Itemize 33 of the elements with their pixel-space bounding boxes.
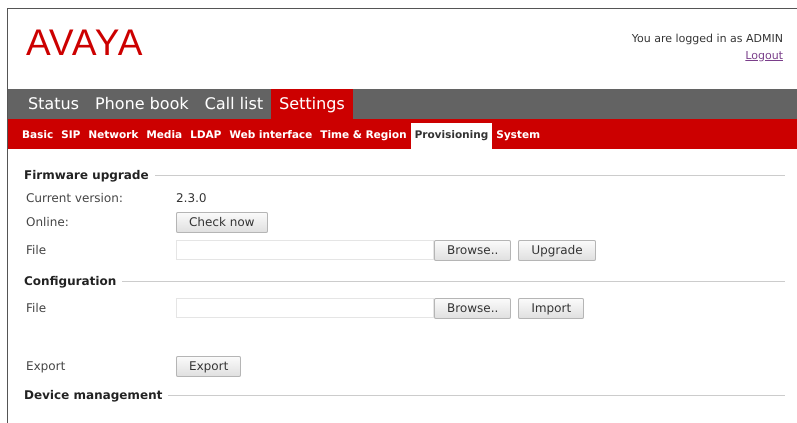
field-label: File: [26, 300, 48, 317]
main-tab[interactable]: Settings: [271, 89, 353, 119]
sub-tab[interactable]: Time & Region: [316, 123, 411, 149]
form-button[interactable]: Upgrade: [518, 240, 596, 260]
file-path-field[interactable]: [176, 240, 434, 260]
form-button[interactable]: Browse..: [434, 240, 512, 260]
section-title: Device management: [24, 387, 162, 404]
logout-link[interactable]: Logout: [745, 48, 783, 64]
field-label: Online:: [26, 214, 70, 231]
sub-tab[interactable]: Web interface: [225, 123, 316, 149]
sub-tab[interactable]: System: [492, 123, 544, 149]
login-status: You are logged in as ADMIN: [632, 31, 783, 47]
file-path-field[interactable]: [176, 298, 434, 318]
form-button[interactable]: Browse..: [434, 298, 512, 318]
version-value: 2.3.0: [176, 190, 207, 207]
sub-tab[interactable]: SIP: [57, 123, 84, 149]
section-title: Firmware upgrade: [24, 167, 149, 184]
field-label: Export: [26, 358, 66, 375]
form-button[interactable]: Import: [518, 298, 584, 318]
form-button[interactable]: Check now: [176, 212, 268, 232]
sub-tab[interactable]: LDAP: [186, 123, 226, 149]
logo: AVAYA: [26, 21, 144, 65]
field-label: Current version:: [26, 190, 124, 207]
sub-tab[interactable]: Network: [84, 123, 142, 149]
sub-tab[interactable]: Provisioning: [410, 123, 492, 149]
field-label: File: [26, 242, 48, 259]
main-tab[interactable]: Call list: [196, 89, 272, 119]
sub-tab[interactable]: Basic: [18, 123, 58, 149]
sub-tab[interactable]: Media: [142, 123, 186, 149]
section-title: Configuration: [24, 273, 116, 290]
form-button[interactable]: Export: [176, 356, 242, 376]
main-tab[interactable]: Phone book: [86, 89, 197, 119]
main-tab[interactable]: Status: [20, 89, 87, 119]
